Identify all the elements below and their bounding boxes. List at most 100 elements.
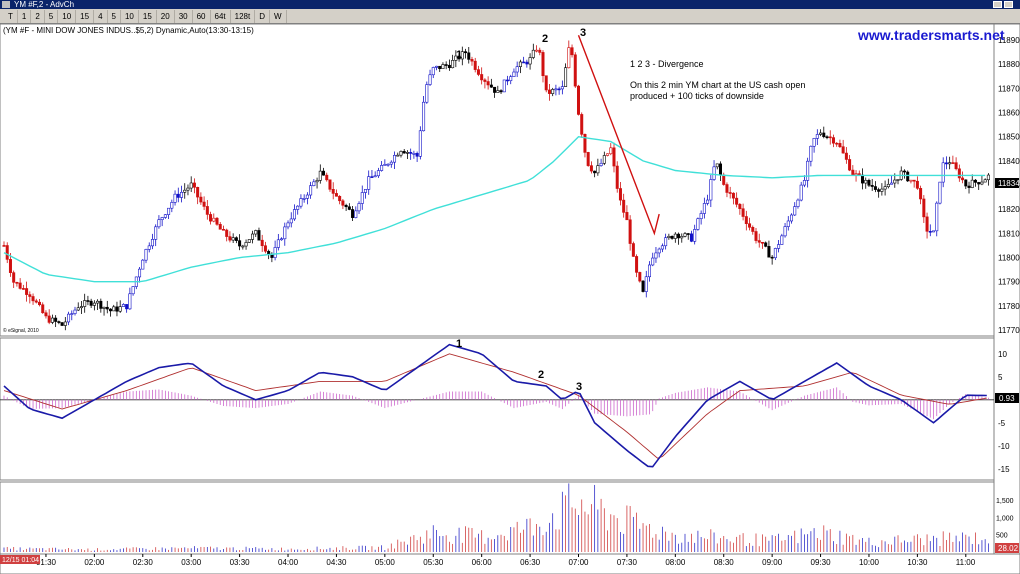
- interval-button-16[interactable]: W: [270, 9, 287, 23]
- candle-body: [396, 154, 400, 157]
- interval-button-15[interactable]: D: [255, 9, 270, 23]
- candle-body: [34, 300, 38, 303]
- time-tick-label: 10:30: [907, 558, 928, 567]
- candle-body: [986, 174, 990, 181]
- volume-panel[interactable]: [0, 481, 995, 555]
- macd-tick-label: 10: [998, 350, 1007, 359]
- candle-body: [257, 230, 261, 241]
- candle-body: [47, 315, 51, 323]
- candle-body: [199, 196, 203, 203]
- candle-body: [393, 155, 397, 163]
- candle-body: [938, 181, 942, 204]
- current-price-value: 11834: [998, 179, 1020, 188]
- candle-body: [861, 174, 865, 184]
- interval-button-10[interactable]: 20: [157, 9, 175, 23]
- candle-body: [12, 272, 16, 283]
- candle-body: [351, 209, 355, 218]
- candle-body: [86, 300, 90, 302]
- macd-panel[interactable]: [0, 337, 995, 481]
- chart-area[interactable]: 1189011880118701186011850118401183011820…: [0, 24, 1020, 574]
- candle-body: [344, 204, 348, 208]
- current-volume-value: 28.02: [998, 544, 1019, 553]
- candle-body: [370, 176, 374, 178]
- interval-button-12[interactable]: 60: [193, 9, 211, 23]
- candle-body: [476, 69, 480, 75]
- candle-body: [154, 226, 158, 240]
- candle-body: [79, 306, 83, 309]
- interval-button-8[interactable]: 10: [121, 9, 139, 23]
- interval-button-7[interactable]: 5: [108, 9, 121, 23]
- candle-body: [557, 88, 561, 91]
- candle-body: [593, 170, 597, 174]
- candle-body: [431, 67, 435, 76]
- price-tick-label: 11790: [998, 278, 1020, 287]
- candle-body: [528, 57, 532, 65]
- macd-tick-label: -10: [998, 442, 1010, 451]
- candle-body: [854, 173, 858, 176]
- interval-button-11[interactable]: 30: [175, 9, 193, 23]
- candle-body: [28, 294, 32, 297]
- candle-body: [848, 159, 852, 171]
- symbol-label: (YM #F - MINI DOW JONES INDUS..$5,2) Dyn…: [3, 26, 254, 35]
- volume-tick-label: 1,000: [996, 515, 1014, 522]
- candle-body: [464, 51, 468, 54]
- candle-body: [493, 86, 497, 93]
- candle-body: [334, 193, 338, 197]
- candle-body: [215, 217, 219, 225]
- candle-body: [315, 180, 319, 183]
- candle-body: [138, 268, 142, 278]
- candle-body: [128, 293, 132, 310]
- candle-body: [780, 235, 784, 245]
- price-panel[interactable]: [0, 24, 995, 337]
- macd-tick-label: -15: [998, 465, 1010, 474]
- candle-body: [796, 199, 800, 207]
- interval-button-9[interactable]: 15: [139, 9, 157, 23]
- time-tick-label: 08:00: [665, 558, 686, 567]
- price-marker-3: 3: [580, 27, 586, 39]
- interval-button-0[interactable]: T: [4, 9, 18, 23]
- candle-body: [647, 264, 651, 278]
- interval-button-6[interactable]: 4: [94, 9, 108, 23]
- candle-body: [719, 163, 723, 176]
- price-axis[interactable]: [993, 24, 1020, 555]
- candle-body: [751, 226, 755, 232]
- interval-button-3[interactable]: 5: [45, 9, 59, 23]
- candle-body: [767, 246, 771, 258]
- candle-body: [615, 165, 619, 189]
- candle-body: [612, 147, 616, 167]
- candle-body: [728, 192, 732, 194]
- interval-button-4[interactable]: 10: [58, 9, 77, 23]
- candle-body: [983, 179, 987, 183]
- candle-body: [683, 233, 687, 237]
- interval-button-2[interactable]: 2: [31, 9, 45, 23]
- candle-body: [273, 247, 277, 258]
- candle-body: [547, 89, 551, 94]
- time-tick-label: 05:30: [423, 558, 444, 567]
- candle-body: [418, 130, 422, 157]
- interval-button-5[interactable]: 15: [76, 9, 95, 23]
- candle-body: [292, 209, 296, 220]
- minimize-icon[interactable]: [993, 1, 1002, 8]
- candle-body: [980, 181, 984, 185]
- interval-button-1[interactable]: 1: [18, 9, 32, 23]
- candle-body: [202, 201, 206, 207]
- candle-body: [76, 307, 80, 311]
- candle-body: [654, 252, 658, 259]
- volume-tick-label: 500: [996, 533, 1008, 540]
- interval-button-14[interactable]: 128t: [231, 9, 256, 23]
- time-tick-label: 05:00: [375, 558, 396, 567]
- candle-body: [263, 245, 267, 252]
- candle-body: [944, 162, 948, 165]
- candle-body: [912, 179, 916, 182]
- candle-body: [83, 300, 87, 307]
- candle-body: [328, 179, 332, 190]
- candle-body: [163, 214, 167, 218]
- interval-button-13[interactable]: 64t: [211, 9, 231, 23]
- candle-body: [347, 206, 351, 210]
- candle-body: [809, 145, 813, 162]
- candle-body: [902, 170, 906, 173]
- candle-body: [444, 64, 448, 66]
- candle-body: [99, 300, 103, 309]
- close-icon[interactable]: [1004, 1, 1013, 8]
- candle-body: [954, 162, 958, 170]
